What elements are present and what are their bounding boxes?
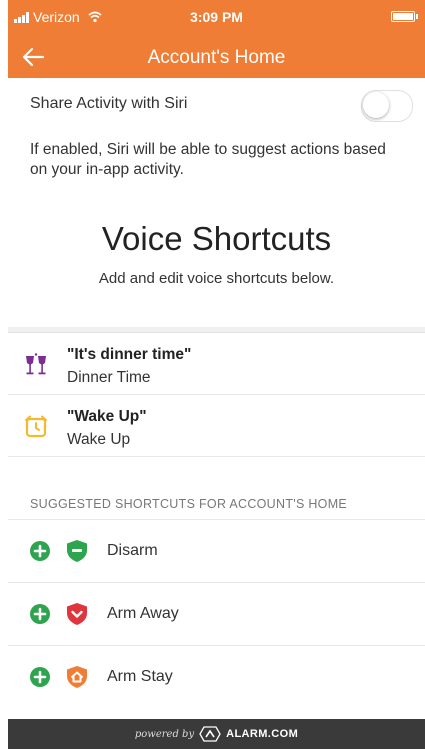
shortcut-name: Dinner Time <box>67 369 151 386</box>
add-icon[interactable] <box>30 667 50 687</box>
suggested-row-arm-away[interactable]: Arm Away <box>8 582 425 645</box>
section-header: SUGGESTED SHORTCUTS FOR ACCOUNT'S HOME <box>30 497 348 511</box>
shortcut-row-wake-up[interactable]: "Wake Up" Wake Up <box>8 395 425 456</box>
suggested-label: Arm Away <box>107 605 179 622</box>
siri-toggle[interactable] <box>361 90 413 122</box>
shortcut-phrase: "Wake Up" <box>67 408 147 425</box>
shortcut-row-dinner-time[interactable]: "It's dinner time" Dinner Time <box>8 333 425 395</box>
toggle-knob <box>363 92 389 118</box>
suggested-label: Arm Stay <box>107 668 173 685</box>
suggested-label: Disarm <box>107 542 158 559</box>
status-time: 3:09 PM <box>190 9 243 25</box>
suggested-row-arm-stay[interactable]: Arm Stay <box>8 645 425 708</box>
shortcut-phrase: "It's dinner time" <box>67 346 192 363</box>
page-title: Account's Home <box>147 47 286 68</box>
add-icon[interactable] <box>30 604 50 624</box>
powered-by-label: powered by <box>134 728 195 740</box>
alarm-clock-icon <box>22 413 50 441</box>
battery-icon <box>391 11 418 22</box>
suggested-section: SUGGESTED SHORTCUTS FOR ACCOUNT'S HOME <box>8 456 425 519</box>
siri-row: Share Activity with Siri <box>8 78 425 128</box>
shield-disarm-icon <box>67 540 87 562</box>
add-icon[interactable] <box>30 541 50 561</box>
shortcut-name: Wake Up <box>67 431 131 448</box>
nav-bar: Account's Home <box>8 36 425 78</box>
suggested-row-disarm[interactable]: Disarm <box>8 519 425 582</box>
shield-away-icon <box>67 603 87 625</box>
footer: powered by ALARM.COM <box>8 719 425 749</box>
shield-stay-icon <box>67 666 87 688</box>
siri-label: Share Activity with Siri <box>30 95 188 112</box>
alarm-logo-icon <box>199 726 221 742</box>
voice-shortcuts-title: Voice Shortcuts <box>101 220 332 257</box>
siri-description: If enabled, Siri will be able to suggest… <box>30 141 386 178</box>
brand-name: ALARM.COM <box>226 728 299 740</box>
voice-shortcuts-subtitle: Add and edit voice shortcuts below. <box>98 270 335 287</box>
status-bar: Verizon 3:09 PM <box>8 0 425 36</box>
wine-glasses-icon <box>22 351 50 379</box>
main-content: Share Activity with Siri If enabled, Sir… <box>8 78 425 708</box>
